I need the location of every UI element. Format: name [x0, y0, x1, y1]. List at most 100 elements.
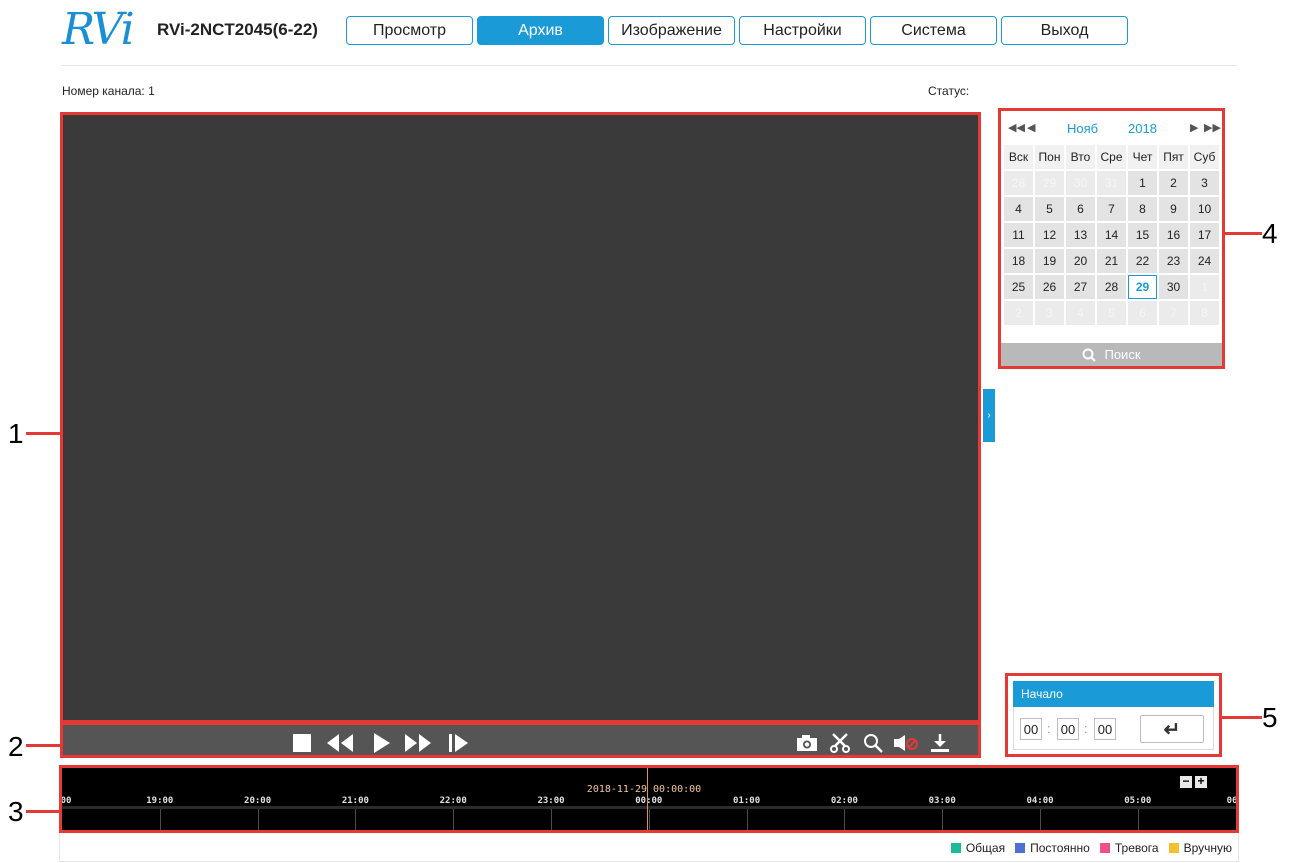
nav-tab-system[interactable]: Система [870, 16, 997, 45]
calendar-day[interactable]: 7 [1097, 197, 1126, 221]
fast-forward-icon[interactable] [403, 733, 433, 753]
legend-item: Вручную [1168, 841, 1232, 855]
calendar-day[interactable]: 31 [1097, 171, 1126, 195]
start-time-panel: Начало 00 : 00 : 00 ↵ [1005, 673, 1222, 757]
video-player[interactable] [60, 112, 981, 723]
callout-line [1225, 232, 1262, 235]
legend-label: Тревога [1114, 841, 1159, 855]
timeline-tick-label: 04:00 [1026, 796, 1054, 806]
calendar-day[interactable]: 29 [1035, 171, 1064, 195]
nav-tab-logout[interactable]: Выход [1001, 16, 1128, 45]
legend-swatch [1099, 843, 1110, 853]
calendar-day[interactable]: 23 [1159, 249, 1188, 273]
timeline-tick-label: 02:00 [830, 796, 858, 806]
calendar-day[interactable]: 24 [1190, 249, 1219, 273]
calendar-day[interactable]: 4 [1004, 197, 1033, 221]
calendar-day[interactable]: 10 [1190, 197, 1219, 221]
calendar-day[interactable]: 2 [1159, 171, 1188, 195]
minutes-input[interactable]: 00 [1057, 718, 1079, 740]
timeline-tick-label: 06 [1226, 796, 1238, 806]
timeline-bar[interactable]: 2018-11-29 00:00:00 − + 00 19:00 20:00 21:0… [59, 765, 1239, 833]
calendar-day[interactable]: 4 [1066, 301, 1095, 325]
calendar-day[interactable]: 1 [1128, 171, 1157, 195]
calendar-day[interactable]: 8 [1128, 197, 1157, 221]
calendar-day[interactable]: 5 [1097, 301, 1126, 325]
calendar-day[interactable]: 20 [1066, 249, 1095, 273]
weekday-header: Вто [1066, 145, 1095, 169]
stop-icon[interactable] [291, 733, 313, 753]
nav-tab-view[interactable]: Просмотр [346, 16, 473, 45]
calendar-day[interactable]: 2 [1004, 301, 1033, 325]
calendar-day[interactable]: 6 [1066, 197, 1095, 221]
play-icon[interactable] [370, 733, 392, 753]
prev-year-icon[interactable]: ◀◀ [1008, 121, 1025, 134]
calendar-day[interactable]: 6 [1128, 301, 1157, 325]
step-frame-icon[interactable] [447, 733, 469, 753]
calendar-day[interactable]: 3 [1035, 301, 1064, 325]
enter-icon[interactable]: ↵ [1140, 715, 1204, 743]
timeline-zoom-out-icon[interactable]: − [1180, 775, 1192, 788]
timeline-tick [355, 809, 357, 830]
calendar-day[interactable]: 26 [1035, 275, 1064, 299]
zoom-icon[interactable] [862, 733, 884, 753]
nav-tab-archive[interactable]: Архив [477, 16, 604, 45]
timeline-zoom-in-icon[interactable]: + [1195, 775, 1207, 788]
timeline-tick-label: 19:00 [146, 796, 174, 806]
calendar-day[interactable]: 21 [1097, 249, 1126, 273]
timeline-tick-label: 22:00 [439, 796, 467, 806]
calendar-day[interactable]: 25 [1004, 275, 1033, 299]
next-month-icon[interactable]: ▶ [1190, 121, 1198, 134]
calendar-day[interactable]: 19 [1035, 249, 1064, 273]
callout-number: 2 [8, 731, 24, 762]
weekday-header: Сре [1097, 145, 1126, 169]
calendar-day[interactable]: 11 [1004, 223, 1033, 247]
calendar-day[interactable]: 27 [1066, 275, 1095, 299]
calendar-day[interactable]: 22 [1128, 249, 1157, 273]
callout-line [26, 810, 59, 813]
audio-muted-icon[interactable] [893, 733, 919, 753]
search-label: Поиск [1104, 347, 1141, 362]
search-button[interactable]: Поиск [1001, 343, 1222, 366]
callout-number: 3 [8, 796, 24, 827]
timeline-tick [648, 809, 650, 830]
seconds-input[interactable]: 00 [1094, 718, 1116, 740]
weekday-header: Пон [1035, 145, 1064, 169]
calendar-day[interactable]: 17 [1190, 223, 1219, 247]
calendar-day[interactable]: 13 [1066, 223, 1095, 247]
calendar-day[interactable]: 16 [1159, 223, 1188, 247]
calendar-day[interactable]: 28 [1004, 171, 1033, 195]
calendar-day[interactable]: 5 [1035, 197, 1064, 221]
calendar-day[interactable]: 12 [1035, 223, 1064, 247]
nav-tab-settings[interactable]: Настройки [739, 16, 866, 45]
calendar-day[interactable]: 3 [1190, 171, 1219, 195]
next-year-icon[interactable]: ▶▶ [1204, 121, 1221, 134]
calendar-day[interactable]: 15 [1128, 223, 1157, 247]
calendar-month[interactable]: Нояб [1067, 121, 1098, 136]
calendar-day[interactable]: 1 [1190, 275, 1219, 299]
download-icon[interactable] [929, 733, 951, 753]
calendar-year[interactable]: 2018 [1128, 121, 1157, 136]
timeline-tick [551, 809, 552, 830]
channel-number: Номер канала: 1 [62, 84, 155, 98]
nav-tab-image[interactable]: Изображение [608, 16, 735, 45]
calendar-day[interactable]: 18 [1004, 249, 1033, 273]
camera-snapshot-icon[interactable] [796, 733, 818, 753]
calendar-day[interactable]: 8 [1190, 301, 1219, 325]
time-separator: : [1047, 721, 1051, 736]
side-panel-toggle-icon[interactable]: › [983, 389, 995, 442]
calendar-day[interactable]: 30 [1066, 171, 1095, 195]
search-icon [1082, 348, 1097, 362]
calendar-day[interactable]: 28 [1097, 275, 1126, 299]
prev-month-icon[interactable]: ◀ [1027, 121, 1035, 134]
scissors-icon[interactable] [829, 733, 851, 753]
time-separator: : [1084, 721, 1088, 736]
hours-input[interactable]: 00 [1020, 718, 1042, 740]
rewind-icon[interactable] [325, 733, 355, 753]
calendar-day[interactable]: 14 [1097, 223, 1126, 247]
calendar-day[interactable]: 30 [1159, 275, 1188, 299]
timeline-tick-label: 00 [60, 796, 72, 806]
calendar-day-selected[interactable]: 29 [1128, 275, 1157, 299]
legend-swatch [1015, 843, 1026, 853]
calendar-day[interactable]: 9 [1159, 197, 1188, 221]
calendar-day[interactable]: 7 [1159, 301, 1188, 325]
